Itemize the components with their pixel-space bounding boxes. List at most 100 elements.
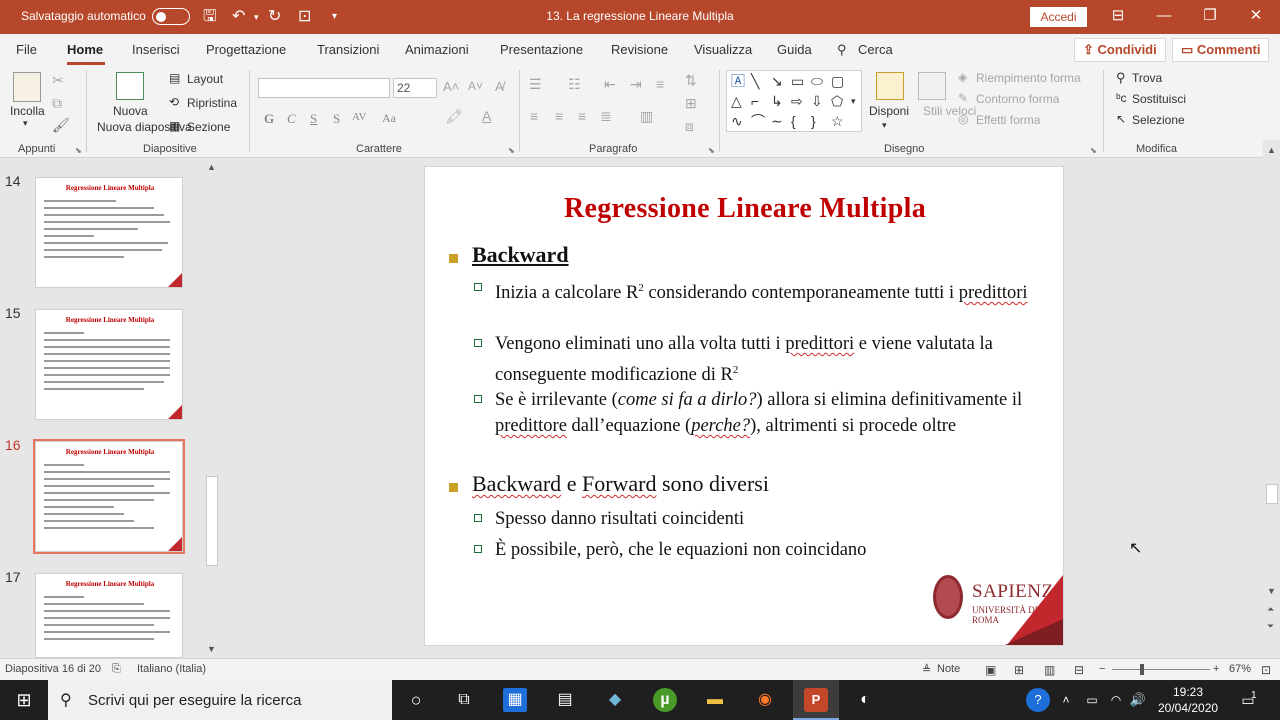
smartart-icon[interactable]: ⧈ [685,118,694,135]
paste-dropdown-icon[interactable]: ▾ [23,118,28,129]
font-name-field[interactable] [258,78,390,98]
scroll-up-icon[interactable]: ▲ [1267,145,1276,155]
fill-icon[interactable]: ◈ [958,70,967,84]
effects-icon[interactable]: ◎ [958,112,968,126]
grow-font-icon[interactable]: A˄ [443,79,459,94]
paste-button[interactable]: Incolla [10,104,45,118]
slide-thumbnail[interactable]: Regressione Lineare Multipla [35,573,183,658]
bullets-icon[interactable]: ☰ [529,76,542,93]
scroll-down-icon[interactable]: ▼ [207,644,216,654]
scrollbar-thumb[interactable] [1266,484,1278,504]
layout-button[interactable]: Layout [187,72,223,86]
sub-bullet-3[interactable]: Se è irrilevante (come si fa a dirlo?) a… [495,387,1035,439]
right-brace-shape-icon[interactable]: } [811,113,816,129]
reading-view-icon[interactable]: ▥ [1044,663,1055,677]
rounded-rect-shape-icon[interactable]: ▢ [831,73,844,89]
notes-button[interactable]: Note [937,663,960,675]
wifi-icon[interactable]: ◠ [1104,688,1128,712]
tray-expand-icon[interactable]: ˄ [1054,688,1078,712]
shadow-button[interactable]: S [333,111,340,127]
align-center-icon[interactable]: ≡ [555,108,563,124]
paint-app-icon[interactable]: ◆ [603,688,627,712]
replace-button[interactable]: Sostituisci [1132,92,1186,106]
scrollbar-thumb[interactable] [206,476,218,566]
tab-animations[interactable]: Animazioni [405,42,469,57]
slide-title[interactable]: Regressione Lineare Multipla [425,193,1063,225]
slide-sorter-icon[interactable]: ⊞ [1014,663,1024,677]
clear-format-icon[interactable]: A̸ [495,79,504,94]
obs-app-icon[interactable]: ◐ [853,688,877,712]
triangle-shape-icon[interactable]: △ [731,93,742,109]
bold-button[interactable]: G [264,111,274,127]
tab-design[interactable]: Progettazione [206,42,286,57]
tab-home[interactable]: Home [67,42,103,57]
line-spacing-icon[interactable]: ≡ [656,76,664,92]
slide-canvas[interactable]: Regressione Lineare Multipla Backward In… [424,166,1064,646]
slide-thumbnail[interactable]: Regressione Lineare Multipla [35,309,183,420]
slideshow-view-icon[interactable]: ⊟ [1074,663,1084,677]
sub-bullet-1[interactable]: Inizia a calcolare R2 considerando conte… [495,275,1035,306]
autosave-toggle[interactable] [152,8,190,25]
curve-shape-icon[interactable]: ∿ [731,113,743,129]
layout-icon[interactable]: ▤ [169,71,180,85]
customize-qat-icon[interactable]: ▾ [332,7,337,27]
change-case-button[interactable]: Aa [382,111,396,126]
oval-shape-icon[interactable]: ⬭ [811,73,823,89]
find-icon[interactable]: ⚲ [1116,70,1126,86]
sub-bullet-5[interactable]: È possibile, però, che le equazioni non … [495,537,1035,563]
left-brace-shape-icon[interactable]: { [791,113,796,129]
calendar-app-icon[interactable]: ▦ [503,688,527,712]
new-slide-icon[interactable] [116,72,144,100]
shrink-font-icon[interactable]: A˅ [468,79,483,93]
textbox-shape-icon[interactable]: 🄰 [731,73,745,89]
paragraph-launcher-icon[interactable]: ⬊ [708,146,715,155]
star-shape-icon[interactable]: ☆ [831,113,844,129]
taskbar-search-box[interactable]: ⚲ Scrivi qui per eseguire la ricerca [48,680,392,720]
select-icon[interactable]: ↖ [1116,112,1126,126]
outline-icon[interactable]: ✎ [958,91,968,105]
paste-icon[interactable] [13,72,41,102]
justify-icon[interactable]: ≣ [600,108,612,125]
section-icon[interactable]: ▦ [169,119,180,133]
notes-icon[interactable]: ≜ [922,663,931,676]
search-icon[interactable]: ⚲ [837,42,847,58]
tab-view[interactable]: Visualizza [694,42,752,57]
save-icon[interactable]: 🖫 [203,7,217,27]
drawing-launcher-icon[interactable]: ⬊ [1090,146,1097,155]
reset-button[interactable]: Ripristina [187,96,237,110]
text-direction-icon[interactable]: ⇅ [685,72,697,89]
signin-button[interactable]: Accedi [1030,7,1087,27]
copy-icon[interactable]: ⧉ [52,95,62,112]
tab-slideshow[interactable]: Presentazione [500,42,583,57]
taskbar-clock[interactable]: 19:23 20/04/2020 [1158,684,1218,716]
tab-insert[interactable]: Inserisci [132,42,180,57]
sub-bullet-4[interactable]: Spesso danno risultati coincidenti [495,506,1035,532]
spellcheck-icon[interactable]: ⎘ [112,663,121,676]
previous-slide-icon[interactable]: ⏶ [1267,604,1274,615]
volume-icon[interactable]: 🔊 [1126,688,1150,712]
gallery-more-icon[interactable]: ▾ [851,93,856,109]
tab-review[interactable]: Revisione [611,42,668,57]
clipboard-launcher-icon[interactable]: ⬊ [75,146,82,155]
quick-styles-icon[interactable] [918,72,946,100]
language-indicator[interactable]: Italiano (Italia) [137,663,206,675]
thumbnail-scrollbar[interactable]: ▲ ▼ [203,160,220,658]
bullet-backward-forward[interactable]: Backward e Forward sono diversi [472,471,769,497]
line-shape-icon[interactable]: ╲ [751,73,759,89]
maximize-icon[interactable]: ❐ [1200,6,1220,26]
undo-dropdown-icon[interactable]: ▾ [254,7,259,27]
rectangle-shape-icon[interactable]: ▭ [791,73,804,89]
slide-scrollbar[interactable]: ▲ ▼ ⏶ ⏷ [1263,140,1280,658]
slide-thumbnail[interactable]: Regressione Lineare Multipla [35,177,183,288]
arrow-line-shape-icon[interactable]: ↘ [771,73,783,89]
firefox-icon[interactable]: ◉ [753,688,777,712]
zoom-out-icon[interactable]: − [1099,663,1105,675]
select-button[interactable]: Selezione [1132,113,1185,127]
align-left-icon[interactable]: ≡ [530,108,538,124]
align-right-icon[interactable]: ≡ [578,108,586,124]
zoom-slider[interactable] [1112,669,1210,670]
down-arrow-shape-icon[interactable]: ⇩ [811,93,823,109]
help-icon[interactable]: ? [1026,688,1050,712]
task-view-icon[interactable]: ⧉ [452,688,476,712]
tab-search[interactable]: Cerca [858,42,893,57]
